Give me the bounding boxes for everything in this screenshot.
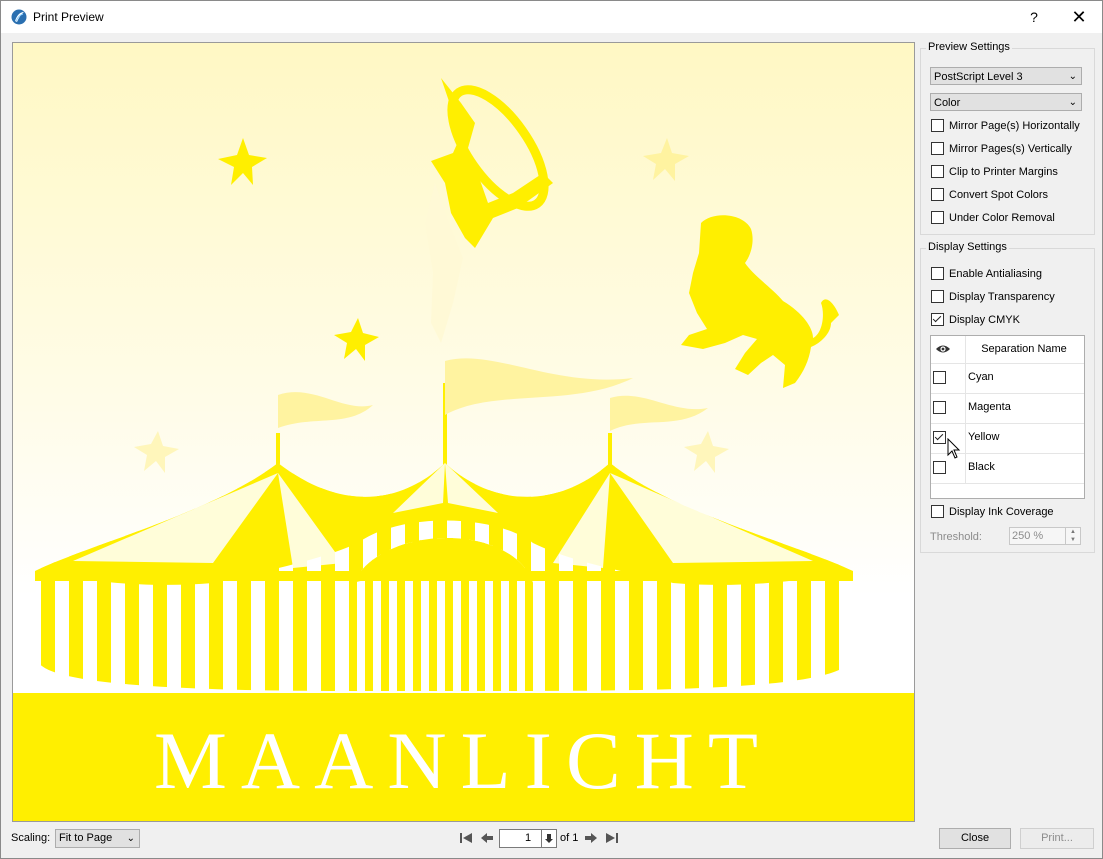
page-number-value: 1: [524, 832, 532, 844]
page-count-label: of 1: [560, 832, 579, 844]
checkbox-label: Display Transparency: [949, 291, 1055, 304]
display-ink-coverage-checkbox[interactable]: Display Ink Coverage: [931, 504, 1054, 521]
next-page-icon[interactable]: [583, 830, 599, 846]
clip-margins-checkbox[interactable]: Clip to Printer Margins: [931, 164, 1058, 181]
convert-spot-colors-checkbox[interactable]: Convert Spot Colors: [931, 187, 1049, 204]
print-button[interactable]: Print...: [1020, 828, 1094, 849]
separation-row-cyan[interactable]: Cyan: [931, 363, 1084, 394]
color-mode-select[interactable]: Color ⌄: [930, 93, 1082, 111]
threshold-value: 250 %: [1012, 530, 1044, 542]
checkbox-label: Mirror Page(s) Horizontally: [949, 120, 1080, 133]
checkbox-box[interactable]: [931, 312, 944, 326]
checkbox-label: Enable Antialiasing: [949, 268, 1042, 281]
column-divider: [965, 393, 966, 423]
mirror-vertical-checkbox[interactable]: Mirror Pages(s) Vertically: [931, 141, 1072, 158]
title-bar: Print Preview ? ✕: [1, 1, 1102, 33]
page-preview-image: MAANLICHT: [13, 43, 914, 821]
separation-visibility-checkbox[interactable]: [933, 401, 946, 414]
separation-visibility-checkbox[interactable]: [933, 461, 946, 474]
postscript-level-select[interactable]: PostScript Level 3 ⌄: [930, 67, 1082, 85]
separation-name: Yellow: [968, 431, 1000, 443]
separation-name: Magenta: [968, 401, 1011, 413]
checkbox-box[interactable]: [931, 141, 944, 155]
preview-settings-group: Preview Settings PostScript Level 3 ⌄ Co…: [920, 41, 1095, 235]
checkbox-box[interactable]: [931, 164, 944, 178]
threshold-label: Threshold:: [930, 531, 982, 543]
page-dropdown-arrow-icon[interactable]: [541, 830, 556, 847]
display-cmyk-checkbox[interactable]: Display CMYK: [931, 312, 1020, 329]
checkbox-box[interactable]: [931, 187, 944, 201]
spin-arrows-icon[interactable]: ▲ ▼: [1065, 528, 1080, 544]
first-page-icon[interactable]: [458, 830, 474, 846]
separation-row-black[interactable]: Black: [931, 453, 1084, 484]
column-divider: [965, 453, 966, 483]
separation-visibility-checkbox[interactable]: [933, 371, 946, 384]
scaling-value: Fit to Page: [59, 832, 113, 844]
separation-name-header[interactable]: Separation Name: [965, 343, 1083, 355]
preview-settings-label: Preview Settings: [926, 41, 1012, 53]
checkbox-box[interactable]: [931, 118, 944, 132]
separation-visibility-checkbox[interactable]: [933, 431, 946, 444]
antialiasing-checkbox[interactable]: Enable Antialiasing: [931, 266, 1042, 283]
threshold-spinbox[interactable]: 250 % ▲ ▼: [1009, 527, 1081, 545]
scaling-label: Scaling:: [11, 832, 51, 844]
checkbox-box[interactable]: [931, 210, 944, 224]
close-button[interactable]: Close: [939, 828, 1011, 849]
banner-title-text: MAANLICHT: [154, 715, 772, 806]
display-transparency-checkbox[interactable]: Display Transparency: [931, 289, 1055, 306]
checkbox-label: Display CMYK: [949, 314, 1020, 327]
last-page-icon[interactable]: [604, 830, 620, 846]
checkbox-label: Convert Spot Colors: [949, 189, 1049, 202]
checkbox-box[interactable]: [931, 266, 944, 280]
checkbox-label: Under Color Removal: [949, 212, 1055, 225]
column-divider: [965, 363, 966, 393]
app-logo-icon: [11, 9, 27, 25]
separation-row-magenta[interactable]: Magenta: [931, 393, 1084, 424]
chevron-down-icon: ⌄: [1068, 71, 1077, 82]
color-mode-value: Color: [934, 97, 961, 109]
help-button[interactable]: ?: [1011, 1, 1057, 33]
window-title: Print Preview: [33, 10, 104, 24]
scaling-select[interactable]: Fit to Page ⌄: [55, 829, 140, 848]
close-window-button[interactable]: ✕: [1056, 1, 1102, 33]
print-preview-canvas[interactable]: MAANLICHT: [12, 42, 915, 822]
separation-name: Black: [968, 461, 995, 473]
checkbox-box[interactable]: [931, 504, 944, 518]
checkbox-label: Display Ink Coverage: [949, 506, 1054, 519]
eye-icon: [936, 345, 950, 353]
under-color-removal-checkbox[interactable]: Under Color Removal: [931, 210, 1055, 227]
display-settings-group: Display Settings Enable Antialiasing Dis…: [920, 241, 1095, 553]
checkbox-label: Clip to Printer Margins: [949, 166, 1058, 179]
previous-page-icon[interactable]: [479, 830, 495, 846]
chevron-down-icon: ⌄: [1068, 97, 1077, 108]
postscript-level-value: PostScript Level 3: [934, 71, 1023, 83]
separation-row-yellow[interactable]: Yellow: [931, 423, 1084, 454]
checkbox-box[interactable]: [931, 289, 944, 303]
checkbox-label: Mirror Pages(s) Vertically: [949, 143, 1072, 156]
print-preview-window: Print Preview ? ✕ MAANLICHT Preview Sett…: [0, 0, 1103, 859]
mirror-horizontal-checkbox[interactable]: Mirror Page(s) Horizontally: [931, 118, 1080, 135]
separation-name: Cyan: [968, 371, 994, 383]
separations-table: Separation Name Cyan Magenta Yellow Blac: [930, 335, 1085, 499]
page-number-input[interactable]: 1: [499, 829, 557, 848]
column-divider: [965, 423, 966, 453]
separations-header: Separation Name: [931, 336, 1084, 364]
chevron-down-icon: ⌄: [126, 833, 135, 844]
display-settings-label: Display Settings: [926, 241, 1009, 253]
